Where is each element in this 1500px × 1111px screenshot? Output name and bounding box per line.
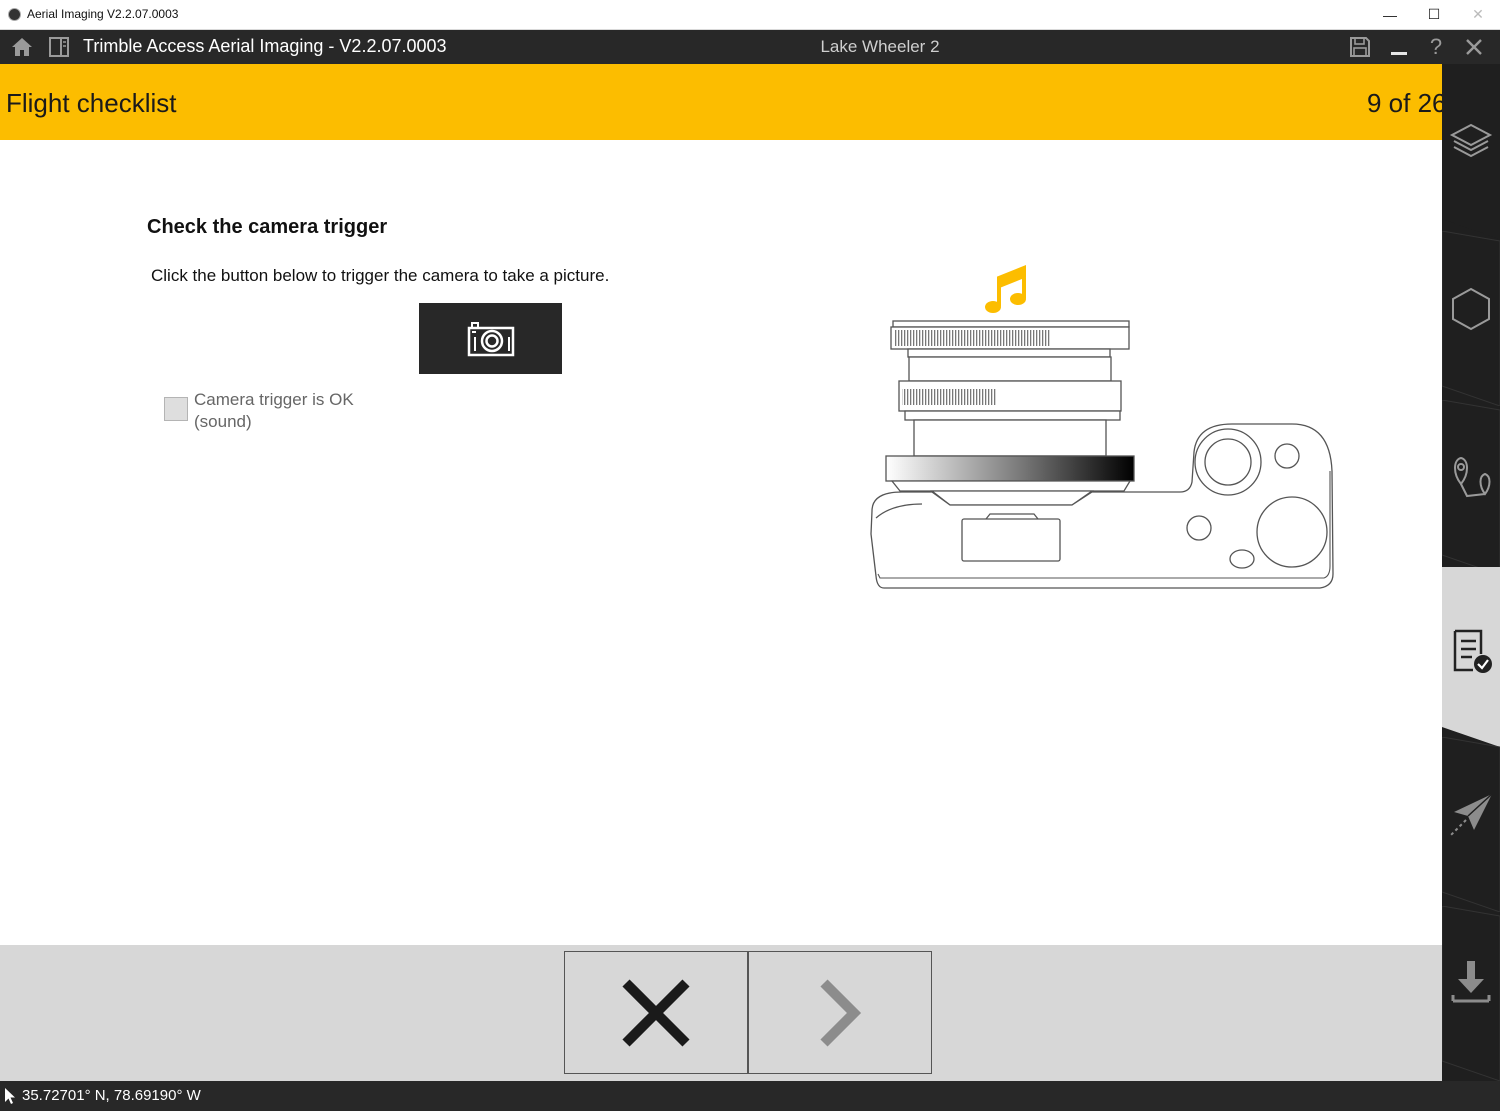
camera-trigger-ok-label: Camera trigger is OK (sound) (194, 390, 354, 431)
camera-illustration (870, 265, 1334, 589)
close-app-icon[interactable] (1460, 33, 1488, 61)
checklist-content: Check the camera trigger Click the butto… (0, 140, 1442, 945)
page-header: Flight checklist 9 of 26 (0, 64, 1442, 140)
status-bar: 35.72701° N, 78.69190° W (0, 1081, 1500, 1111)
window-close-button[interactable]: ✕ (1456, 0, 1500, 29)
camera-icon (467, 321, 514, 356)
camera-trigger-ok-checkbox[interactable] (164, 397, 188, 421)
tab-checklist[interactable] (1442, 567, 1500, 747)
tab-flight[interactable] (1442, 737, 1500, 912)
window-title-bar: Aerial Imaging V2.2.07.0003 — ☐ ✕ (0, 0, 1500, 30)
close-icon (622, 978, 690, 1047)
window-minimize-button[interactable]: — (1368, 0, 1412, 29)
next-button[interactable] (748, 951, 932, 1074)
map-pin-icon (1454, 456, 1491, 497)
hexagon-icon (1452, 287, 1490, 330)
page-title: Flight checklist (6, 88, 177, 118)
step-counter: 9 of 26 (1367, 88, 1442, 118)
footer-bar (0, 945, 1442, 1081)
app-title: Trimble Access Aerial Imaging - V2.2.07.… (83, 36, 447, 56)
help-icon[interactable]: ? (1422, 33, 1450, 61)
panel-toggle-icon[interactable] (45, 33, 73, 61)
checklist-icon (1453, 629, 1492, 673)
sidebar (1442, 64, 1500, 1081)
step-heading: Check the camera trigger (147, 216, 388, 238)
window-title: Aerial Imaging V2.2.07.0003 (27, 7, 179, 21)
paper-plane-icon (1449, 792, 1493, 837)
coordinates-readout: 35.72701° N, 78.69190° W (22, 1087, 201, 1104)
trigger-camera-button[interactable] (419, 303, 562, 374)
tab-layers[interactable] (1442, 64, 1500, 239)
home-icon[interactable] (8, 33, 36, 61)
minimize-icon[interactable] (1385, 33, 1413, 61)
music-note-icon (985, 265, 1026, 313)
project-name: Lake Wheeler 2 (820, 37, 940, 56)
step-instruction: Click the button below to trigger the ca… (151, 266, 610, 285)
tab-area[interactable] (1442, 231, 1500, 406)
cancel-button[interactable] (564, 951, 748, 1074)
tab-download[interactable] (1442, 906, 1500, 1081)
app-bar: Trimble Access Aerial Imaging - V2.2.07.… (0, 30, 1500, 64)
tab-map[interactable] (1442, 400, 1500, 575)
chevron-right-icon (820, 978, 862, 1047)
layers-icon (1449, 123, 1493, 157)
cursor-icon (5, 1088, 15, 1104)
save-icon[interactable] (1346, 33, 1374, 61)
window-maximize-button[interactable]: ☐ (1412, 0, 1456, 29)
app-icon (8, 8, 21, 21)
download-icon (1451, 960, 1491, 1002)
